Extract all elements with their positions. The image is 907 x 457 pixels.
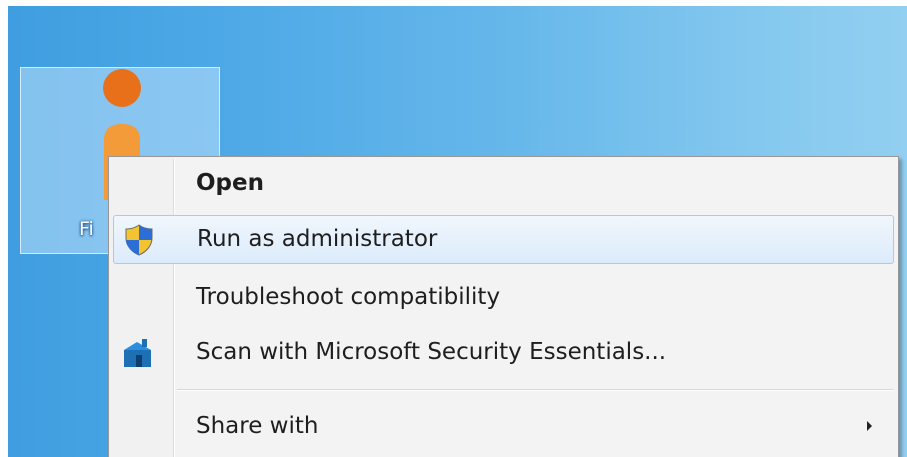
menu-item-troubleshoot-compatibility[interactable]: Troubleshoot compatibility [113, 274, 894, 323]
desktop-background: Fi Open Run as administrator Troubleshoo… [8, 6, 907, 457]
menu-item-label: Share with [196, 413, 319, 439]
uac-shield-icon [125, 224, 153, 256]
desktop-shortcut-label: Fi [79, 218, 94, 240]
menu-separator [177, 389, 894, 390]
context-menu: Open Run as administrator Troubleshoot c… [108, 156, 899, 457]
menu-item-share-with[interactable]: Share with [113, 403, 894, 452]
menu-item-run-as-administrator[interactable]: Run as administrator [113, 215, 894, 264]
menu-item-scan-security-essentials[interactable]: Scan with Microsoft Security Essentials.… [113, 329, 894, 378]
security-essentials-icon [124, 339, 151, 367]
submenu-arrow-icon [867, 421, 872, 431]
menu-item-label: Troubleshoot compatibility [196, 284, 501, 310]
menu-item-label: Scan with Microsoft Security Essentials.… [196, 339, 667, 365]
menu-item-label: Open [196, 170, 264, 196]
menu-item-label: Run as administrator [197, 226, 438, 252]
menu-item-open[interactable]: Open [113, 160, 894, 209]
